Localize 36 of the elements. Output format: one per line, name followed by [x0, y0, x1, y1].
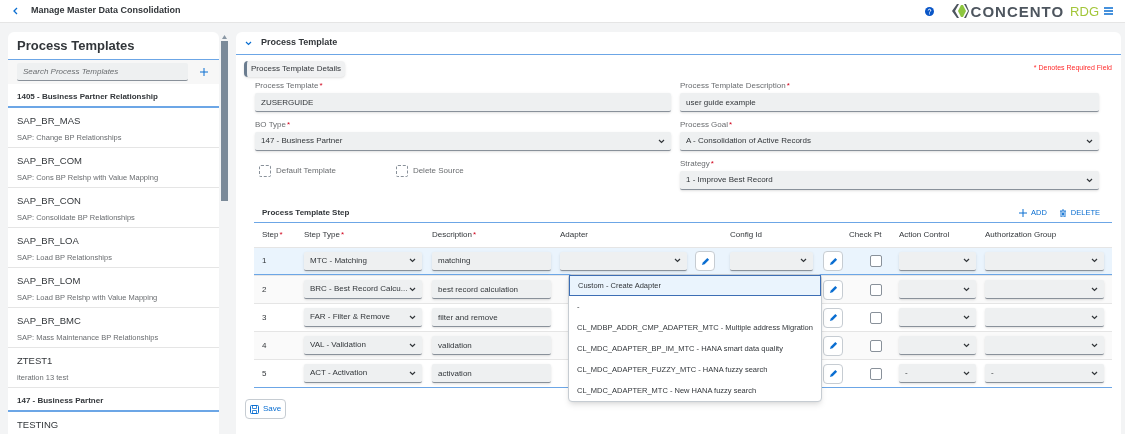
panel-title: Process Template [261, 36, 338, 50]
logo-suffix: RDG [1070, 4, 1099, 18]
field-label: Strategy [680, 158, 710, 170]
required-mark: * [279, 229, 283, 241]
logo-text: CONCENTO [970, 3, 1065, 19]
page-title: Manage Master Data Consolidation [31, 4, 181, 18]
column-header: Action Control [899, 229, 950, 241]
required-mark: * [729, 119, 733, 131]
field-label: BO Type [255, 119, 286, 131]
required-mark: * [786, 80, 790, 92]
sidebar-title: Process Templates [8, 32, 219, 60]
required-mark: * [710, 158, 714, 170]
field-label: Process Goal [680, 119, 729, 131]
column-header: Step Type [304, 229, 340, 241]
field-label: Process Template [255, 80, 319, 92]
checkbox-label: Default Template [276, 165, 336, 177]
required-mark: * [287, 119, 291, 131]
column-header: Description [432, 229, 472, 241]
required-mark: * [319, 80, 323, 92]
group-header: 147 - Business Partner [8, 387, 219, 412]
required-mark: * [473, 229, 477, 241]
checkbox-label: Delete Source [412, 165, 464, 177]
field-label: Process Template Description [680, 80, 786, 92]
required-mark: * [340, 229, 344, 241]
step-number: 5 [262, 367, 268, 380]
column-header: Check Pt [849, 229, 882, 241]
group-header: 1405 - Business Partner Relationship [8, 83, 219, 108]
step-number: 3 [262, 311, 268, 324]
step-number: 4 [262, 339, 268, 352]
column-header: Authorization Group [985, 229, 1057, 241]
section-title: Process Template Step [262, 207, 350, 219]
step-number: 1 [262, 255, 268, 267]
column-header: Step [262, 229, 279, 241]
column-header: Config Id [730, 229, 763, 241]
column-header: Adapter [560, 229, 589, 241]
step-number: 2 [262, 283, 268, 296]
